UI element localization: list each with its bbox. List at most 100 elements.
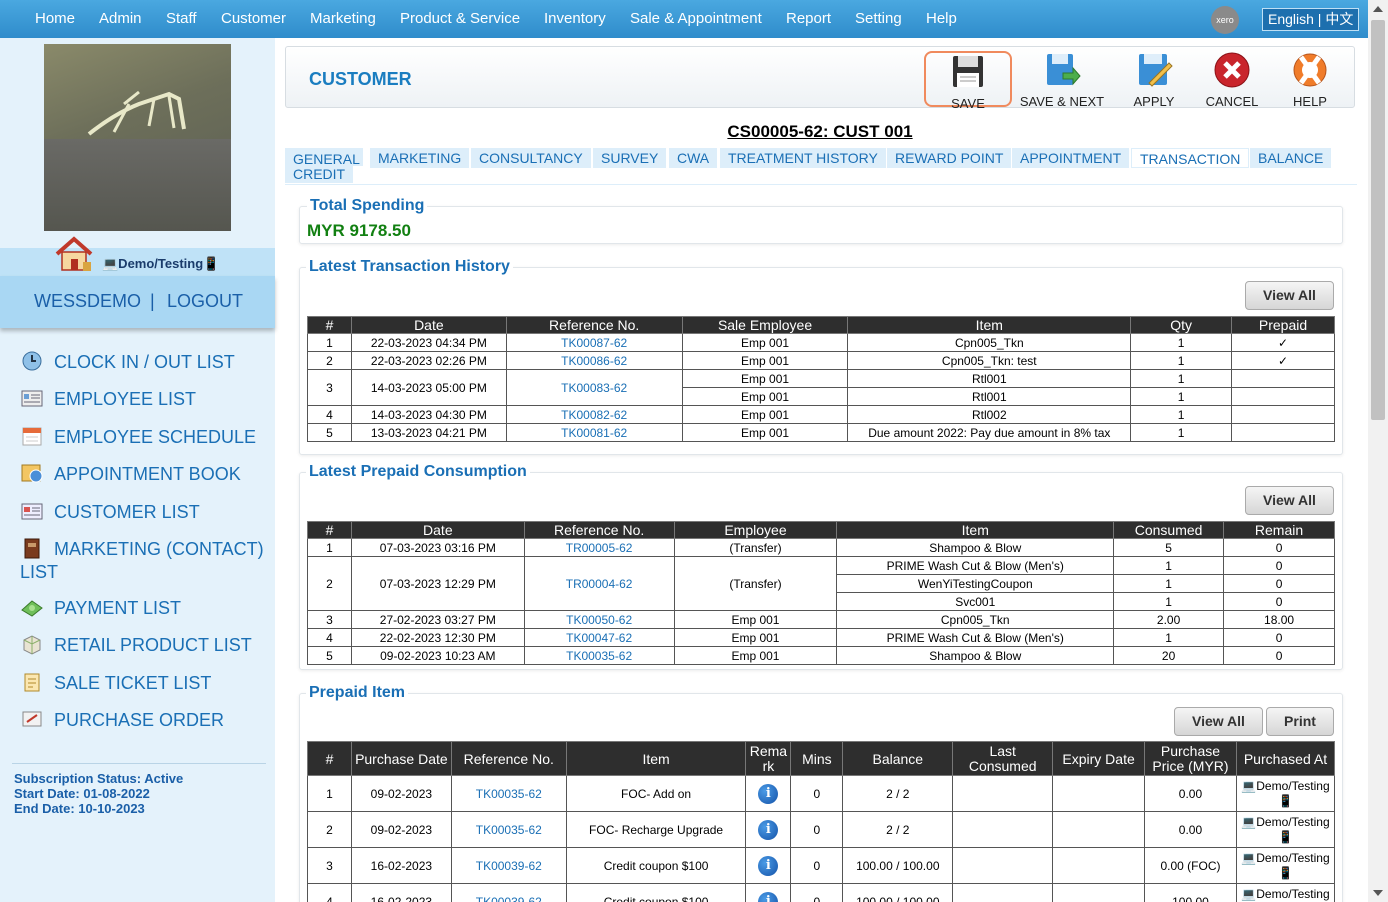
info-icon[interactable]: i	[758, 783, 779, 804]
cancel-button[interactable]: CANCEL	[1202, 51, 1262, 109]
table-row: 2 22-03-2023 02:26 PM TK00086-62 Emp 001 Cpn…	[307, 351, 1335, 370]
table-cell: Cpn005_Tkn	[847, 333, 1132, 352]
sidebar-item-payment-list[interactable]: PAYMENT LIST	[20, 596, 270, 620]
xero-logo-icon[interactable]: xero	[1211, 6, 1239, 34]
nav-setting[interactable]: Setting	[855, 10, 902, 27]
total-spending-title: Total Spending	[307, 197, 428, 215]
nav-staff[interactable]: Staff	[166, 10, 197, 27]
save-button[interactable]: SAVE	[924, 51, 1012, 111]
reference-link[interactable]: TK00039-62	[450, 883, 567, 902]
table-cell	[1052, 775, 1146, 812]
sidebar-item-sale-ticket-list[interactable]: SALE TICKET LIST	[20, 671, 270, 695]
info-icon[interactable]: i	[758, 855, 779, 876]
house-icon[interactable]	[54, 234, 94, 274]
tab-transaction[interactable]: TRANSACTION	[1131, 148, 1250, 168]
col-reference: Reference No.	[450, 741, 567, 776]
reference-link[interactable]: TK00047-62	[523, 628, 675, 647]
table-cell: 4	[307, 628, 352, 647]
reference-link[interactable]: TK00087-62	[505, 333, 683, 352]
nav-inventory[interactable]: Inventory	[544, 10, 606, 27]
table-cell: 2	[307, 811, 352, 848]
table-cell: Cpn005_Tkn: test	[847, 351, 1132, 370]
apply-button[interactable]: APPLY	[1124, 51, 1184, 109]
language-switch[interactable]: English | 中文	[1262, 8, 1360, 31]
sidebar-item-retail-product-list[interactable]: RETAIL PRODUCT LIST	[20, 633, 270, 657]
sidebar-item-label: MARKETING (CONTACT) LIST	[20, 539, 264, 582]
tab-reward-point[interactable]: REWARD POINT	[887, 148, 1012, 168]
scroll-up-icon[interactable]	[1373, 6, 1383, 12]
tab-credit[interactable]: CREDIT	[285, 166, 354, 183]
nav-home[interactable]: Home	[35, 10, 75, 27]
nav-admin[interactable]: Admin	[99, 10, 142, 27]
sidebar-item-appointment-book[interactable]: APPOINTMENT BOOK	[20, 462, 270, 486]
table-row: 5 09-02-2023 10:23 AM TK00035-62 Emp 001 Sha…	[307, 646, 1335, 665]
reference-link[interactable]: TK00035-62	[450, 811, 567, 848]
reference-link[interactable]: TK00039-62	[450, 847, 567, 884]
sidebar-item-clock-in-out[interactable]: CLOCK IN / OUT LIST	[20, 350, 270, 374]
table-cell	[1052, 883, 1146, 902]
info-icon[interactable]: i	[758, 891, 779, 902]
prepaid-item-print-button[interactable]: Print	[1266, 707, 1334, 736]
latest-transaction-title: Latest Transaction History	[306, 258, 513, 276]
table-cell: 0	[790, 811, 844, 848]
nav-marketing[interactable]: Marketing	[310, 10, 376, 27]
scroll-down-icon[interactable]	[1373, 890, 1383, 896]
reference-link[interactable]: TK00082-62	[505, 405, 683, 424]
help-button[interactable]: HELP	[1280, 51, 1340, 109]
save-next-label: SAVE & NEXT	[1019, 94, 1105, 109]
nav-product-service[interactable]: Product & Service	[400, 10, 520, 27]
reference-link[interactable]: TR00005-62	[523, 538, 675, 557]
table-cell: 0	[1223, 538, 1335, 557]
table-cell: 5	[1113, 538, 1225, 557]
table-cell: Cpn005_Tkn	[836, 610, 1115, 629]
sidebar-item-purchase-order[interactable]: PURCHASE ORDER	[20, 708, 270, 732]
tab-consultancy[interactable]: CONSULTANCY	[471, 148, 591, 168]
sidebar-item-marketing-list[interactable]: MARKETING (CONTACT) LIST	[20, 537, 270, 584]
table-cell: FOC- Recharge Upgrade	[565, 811, 747, 848]
tab-marketing[interactable]: MARKETING	[370, 148, 470, 168]
tab-appointment[interactable]: APPOINTMENT	[1012, 148, 1130, 168]
cancel-label: CANCEL	[1205, 94, 1259, 109]
tab-survey[interactable]: SURVEY	[593, 148, 667, 168]
logout-link[interactable]: LOGOUT	[167, 291, 243, 312]
transaction-view-all-button[interactable]: View All	[1245, 281, 1334, 310]
nav-report[interactable]: Report	[786, 10, 831, 27]
prepaid-check	[1231, 369, 1335, 388]
prepaid-item-view-all-button[interactable]: View All	[1174, 707, 1263, 736]
top-navigation-bar: Home Admin Staff Customer Marketing Prod…	[0, 0, 1368, 38]
reference-link[interactable]: TK00050-62	[523, 610, 675, 629]
sidebar-item-employee-schedule[interactable]: EMPLOYEE SCHEDULE	[20, 425, 270, 449]
tab-treatment-history[interactable]: TREATMENT HISTORY	[720, 148, 886, 168]
table-cell: 2	[307, 351, 352, 370]
scrollbar-thumb[interactable]	[1371, 20, 1385, 420]
tab-balance[interactable]: BALANCE	[1250, 148, 1332, 168]
sidebar-item-customer-list[interactable]: CUSTOMER LIST	[20, 500, 270, 524]
prepaid-view-all-button[interactable]: View All	[1245, 486, 1334, 515]
reference-link[interactable]: TK00086-62	[505, 351, 683, 370]
nav-customer[interactable]: Customer	[221, 10, 286, 27]
info-icon[interactable]: i	[758, 819, 779, 840]
sidebar-item-employee-list[interactable]: EMPLOYEE LIST	[20, 387, 270, 411]
tab-cwa[interactable]: CWA	[669, 148, 718, 168]
reference-link[interactable]: TR00004-62	[523, 556, 675, 611]
reference-link[interactable]: TK00035-62	[523, 646, 675, 665]
marketing-book-icon	[24, 538, 40, 559]
table-cell: Shampoo & Blow	[836, 646, 1115, 665]
nav-sale-appointment[interactable]: Sale & Appointment	[630, 10, 762, 27]
purchased-at-branch: 💻Demo/Testing📱	[1235, 883, 1336, 902]
sidebar: 💻Demo/Testing📱 WESSDEMO | LOGOUT CLOCK I…	[0, 38, 275, 902]
save-next-button[interactable]: SAVE & NEXT	[1018, 51, 1106, 109]
help-label: HELP	[1293, 94, 1327, 109]
table-cell: 07-03-2023 12:29 PM	[350, 556, 525, 611]
reference-link[interactable]: TK00083-62	[505, 369, 683, 406]
table-cell: 1	[1113, 574, 1225, 593]
table-cell: WenYiTestingCoupon	[836, 574, 1115, 593]
table-cell: 0.00 (FOC)	[1144, 847, 1237, 884]
table-cell: 3	[307, 369, 352, 406]
reference-link[interactable]: TK00035-62	[450, 775, 567, 812]
branch-bar: 💻Demo/Testing📱	[0, 236, 275, 276]
reference-link[interactable]: TK00081-62	[505, 423, 683, 442]
nav-help[interactable]: Help	[926, 10, 957, 27]
tab-general[interactable]: GENERAL	[285, 148, 363, 166]
table-cell: 1	[1113, 556, 1225, 575]
